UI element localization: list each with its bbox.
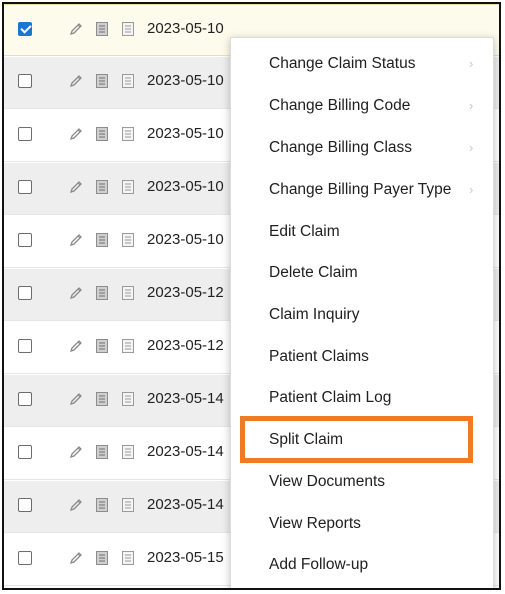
menu-item-label: Change Billing Payer Type: [269, 181, 452, 198]
notes-icon[interactable]: [120, 550, 136, 566]
row-checkbox[interactable]: [18, 392, 32, 406]
claim-date: 2023-05-10: [147, 20, 224, 37]
claim-date: 2023-05-12: [147, 337, 224, 354]
document-icon[interactable]: [94, 21, 110, 37]
claim-date: 2023-05-14: [147, 390, 224, 407]
claim-date: 2023-05-10: [147, 178, 224, 195]
pencil-icon[interactable]: [68, 550, 84, 566]
chevron-right-icon: ›: [469, 56, 474, 71]
notes-icon[interactable]: [120, 497, 136, 513]
document-icon[interactable]: [94, 179, 110, 195]
menu-item-split-claim[interactable]: Split Claim: [231, 420, 493, 460]
row-checkbox[interactable]: [18, 233, 32, 247]
notes-icon[interactable]: [120, 285, 136, 301]
document-icon[interactable]: [94, 550, 110, 566]
menu-item-delete-claim[interactable]: Delete Claim: [231, 253, 493, 293]
chevron-right-icon: ›: [469, 182, 474, 197]
pencil-icon[interactable]: [68, 21, 84, 37]
menu-item-change-billing-class[interactable]: Change Billing Class ›: [231, 128, 493, 168]
menu-item-edit-claim[interactable]: Edit Claim: [231, 212, 493, 252]
row-checkbox[interactable]: [18, 498, 32, 512]
menu-item-view-reports[interactable]: View Reports: [231, 504, 493, 544]
menu-item-change-claim-status[interactable]: Change Claim Status ›: [231, 44, 493, 84]
row-checkbox[interactable]: [18, 286, 32, 300]
menu-item-label: Split Claim: [269, 431, 344, 448]
menu-item-add-follow-up[interactable]: Add Follow-up: [231, 545, 493, 585]
document-icon[interactable]: [94, 126, 110, 142]
notes-icon[interactable]: [120, 179, 136, 195]
menu-item-label: Change Claim Status: [269, 55, 416, 72]
pencil-icon[interactable]: [68, 232, 84, 248]
menu-item-label: Claim Inquiry: [269, 306, 360, 323]
menu-item-change-billing-payer-type[interactable]: Change Billing Payer Type ›: [231, 170, 493, 210]
menu-item-label: View Documents: [269, 473, 386, 490]
notes-icon[interactable]: [120, 444, 136, 460]
document-icon[interactable]: [94, 338, 110, 354]
row-checkbox[interactable]: [18, 127, 32, 141]
claim-date: 2023-05-10: [147, 231, 224, 248]
chevron-right-icon: ›: [469, 98, 474, 113]
notes-icon[interactable]: [120, 21, 136, 37]
row-checkbox[interactable]: [18, 180, 32, 194]
menu-item-patient-claim-log[interactable]: Patient Claim Log: [231, 378, 493, 418]
pencil-icon[interactable]: [68, 338, 84, 354]
menu-item-label: Add Follow-up: [269, 556, 369, 573]
row-checkbox[interactable]: [18, 339, 32, 353]
chevron-right-icon: ›: [469, 140, 474, 155]
notes-icon[interactable]: [120, 232, 136, 248]
row-checkbox[interactable]: [18, 22, 32, 36]
menu-item-label: Patient Claims: [269, 348, 369, 365]
document-icon[interactable]: [94, 444, 110, 460]
claims-panel: 2023-05-10 2023-05-10 2023-05-10 2023-05-10…: [2, 2, 501, 590]
row-checkbox[interactable]: [18, 74, 32, 88]
pencil-icon[interactable]: [68, 497, 84, 513]
menu-item-patient-claims[interactable]: Patient Claims: [231, 337, 493, 377]
pencil-icon[interactable]: [68, 73, 84, 89]
notes-icon[interactable]: [120, 126, 136, 142]
document-icon[interactable]: [94, 232, 110, 248]
menu-item-label: Patient Claim Log: [269, 389, 392, 406]
menu-item-claim-inquiry[interactable]: Claim Inquiry: [231, 295, 493, 335]
claim-date: 2023-05-12: [147, 284, 224, 301]
pencil-icon[interactable]: [68, 126, 84, 142]
claim-date: 2023-05-14: [147, 496, 224, 513]
menu-item-view-documents[interactable]: View Documents: [231, 462, 493, 502]
document-icon[interactable]: [94, 285, 110, 301]
pencil-icon[interactable]: [68, 179, 84, 195]
pencil-icon[interactable]: [68, 444, 84, 460]
pencil-icon[interactable]: [68, 391, 84, 407]
notes-icon[interactable]: [120, 73, 136, 89]
notes-icon[interactable]: [120, 338, 136, 354]
row-checkbox[interactable]: [18, 445, 32, 459]
context-menu: Change Claim Status › Change Billing Code ›…: [230, 37, 494, 588]
row-checkbox[interactable]: [18, 551, 32, 565]
notes-icon[interactable]: [120, 391, 136, 407]
menu-item-label: Edit Claim: [269, 223, 340, 240]
document-icon[interactable]: [94, 391, 110, 407]
menu-item-change-billing-code[interactable]: Change Billing Code ›: [231, 86, 493, 126]
document-icon[interactable]: [94, 73, 110, 89]
pencil-icon[interactable]: [68, 285, 84, 301]
claim-date: 2023-05-10: [147, 72, 224, 89]
document-icon[interactable]: [94, 497, 110, 513]
menu-item-label: Change Billing Code: [269, 97, 411, 114]
menu-item-label: Delete Claim: [269, 264, 358, 281]
menu-item-label: Change Billing Class: [269, 139, 413, 156]
claim-date: 2023-05-14: [147, 443, 224, 460]
menu-item-label: View Reports: [269, 515, 361, 532]
claim-date: 2023-05-10: [147, 125, 224, 142]
claim-date: 2023-05-15: [147, 549, 224, 566]
